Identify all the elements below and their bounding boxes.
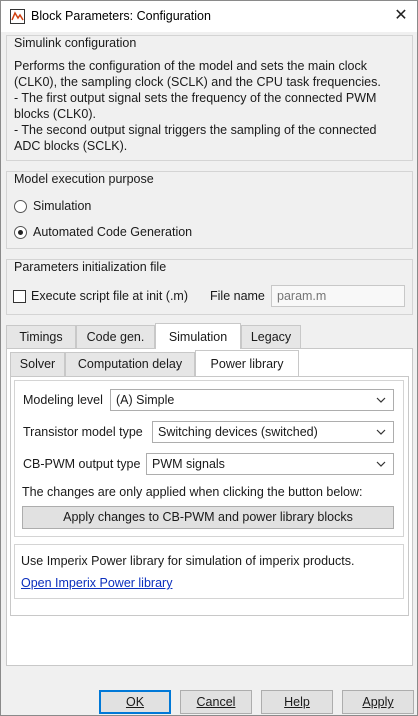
close-icon: ✕ — [394, 7, 408, 24]
cb-pwm-output-label: CB-PWM output type — [23, 457, 141, 471]
transistor-model-label: Transistor model type — [23, 425, 143, 439]
transistor-model-select[interactable]: Switching devices (switched) — [152, 421, 394, 443]
modeling-level-label: Modeling level — [23, 393, 103, 407]
simulation-radio[interactable] — [14, 199, 27, 213]
simulation-radio-label: Simulation — [33, 199, 92, 213]
open-imperix-power-library-link[interactable]: Open Imperix Power library — [21, 576, 172, 590]
imperix-info-group — [14, 544, 404, 599]
close-button[interactable]: ✕ — [388, 3, 414, 29]
ok-button-label: OK — [125, 695, 145, 709]
simulation-radio-option[interactable]: Simulation — [14, 199, 91, 213]
tab-power-library[interactable]: Power library — [195, 350, 299, 376]
main-tabstrip: Timings Code gen. Simulation Legacy — [6, 323, 413, 349]
file-name-input[interactable] — [271, 285, 405, 307]
tab-timings[interactable]: Timings — [6, 325, 76, 349]
transistor-model-value: Switching devices (switched) — [158, 425, 318, 439]
simulation-sub-tabstrip: Solver Computation delay Power library — [10, 350, 409, 376]
description-line: (CLK0), the sampling clock (SCLK) and th… — [14, 75, 381, 89]
imperix-info-text: Use Imperix Power library for simulation… — [21, 554, 355, 568]
ok-button[interactable]: OK — [99, 690, 171, 714]
code-generation-radio-option[interactable]: Automated Code Generation — [14, 225, 192, 239]
cancel-button[interactable]: Cancel — [180, 690, 252, 714]
apply-button[interactable]: Apply — [342, 690, 414, 714]
title-bar: Block Parameters: Configuration ✕ — [1, 1, 417, 32]
chevron-down-icon — [376, 461, 386, 467]
execute-script-label: Execute script file at init (.m) — [31, 289, 188, 303]
apply-button-label: Apply — [362, 695, 394, 709]
cancel-button-label: Cancel — [196, 695, 236, 709]
tab-code-gen[interactable]: Code gen. — [76, 325, 155, 349]
tab-legacy[interactable]: Legacy — [241, 325, 301, 349]
execute-script-checkbox[interactable] — [13, 290, 26, 303]
tab-simulation[interactable]: Simulation — [155, 323, 241, 349]
tab-computation-delay[interactable]: Computation delay — [65, 352, 195, 376]
simulink-block-icon — [10, 9, 25, 24]
window-title: Block Parameters: Configuration — [31, 9, 211, 23]
simulink-configuration-title: Simulink configuration — [14, 36, 137, 50]
code-generation-radio[interactable] — [14, 225, 27, 239]
configuration-description: Performs the configuration of the model … — [14, 58, 409, 154]
block-parameters-dialog: Block Parameters: Configuration ✕ Simuli… — [0, 0, 418, 716]
modeling-level-select[interactable]: (A) Simple — [110, 389, 394, 411]
cb-pwm-output-value: PWM signals — [152, 457, 225, 471]
description-line: - The second output signal triggers the … — [14, 123, 377, 137]
description-line: blocks (CLK0). — [14, 107, 96, 121]
description-line: ADC blocks (SCLK). — [14, 139, 128, 153]
cb-pwm-output-select[interactable]: PWM signals — [146, 453, 394, 475]
code-generation-radio-label: Automated Code Generation — [33, 225, 193, 239]
description-line: Performs the configuration of the model … — [14, 59, 367, 73]
parameters-init-file-title: Parameters initialization file — [14, 260, 167, 274]
help-button[interactable]: Help — [261, 690, 333, 714]
apply-changes-note: The changes are only applied when clicki… — [22, 485, 363, 499]
apply-changes-button[interactable]: Apply changes to CB-PWM and power librar… — [22, 506, 394, 529]
model-execution-purpose-title: Model execution purpose — [14, 172, 154, 186]
modeling-level-value: (A) Simple — [116, 393, 175, 407]
description-line: - The first output signal sets the frequ… — [14, 91, 377, 105]
chevron-down-icon — [376, 397, 386, 403]
tab-solver[interactable]: Solver — [10, 352, 65, 376]
file-name-label: File name — [210, 289, 265, 303]
chevron-down-icon — [376, 429, 386, 435]
help-button-label: Help — [284, 695, 310, 709]
